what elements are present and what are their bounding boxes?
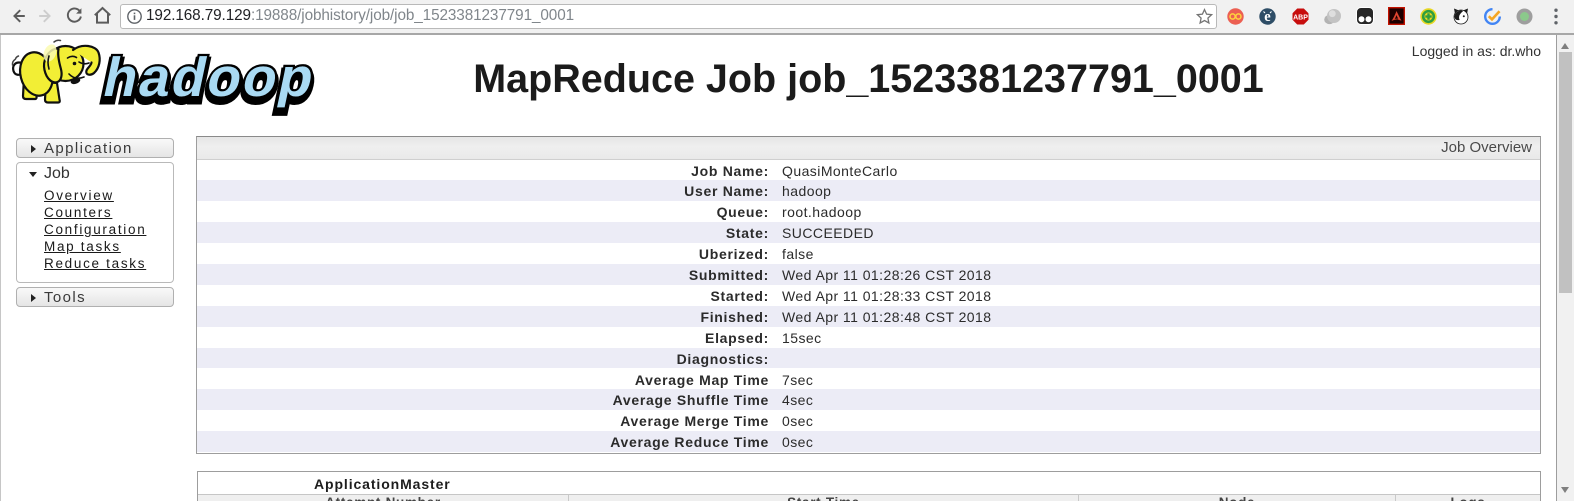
svg-text:e: e bbox=[1264, 9, 1271, 25]
svg-text:ABP: ABP bbox=[1293, 14, 1308, 21]
